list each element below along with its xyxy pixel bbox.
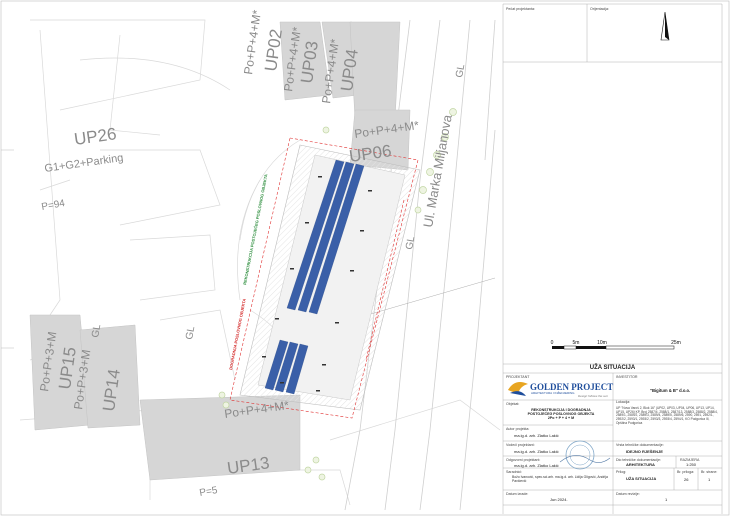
up02-floors: Po+P+4+M* [241, 9, 264, 76]
dio-value: ARHITEKTURA [626, 462, 655, 467]
br-strane-value: 1 [708, 477, 711, 482]
datum-izrade-value: Jun 2024. [550, 497, 568, 502]
odgovorni-value: ma.ig.d. arh. Zlatko Lakić [514, 463, 559, 468]
datum-izrade-label: Datum izrade: [506, 492, 529, 496]
object-name: REKONSTRUKCIJA I DOGRADNJA POSTOJEĆEG PO… [527, 408, 595, 421]
up02-code: UP02 [261, 28, 286, 73]
scale-segment [576, 346, 606, 349]
investor-name: "Bigitum & B" d.o.o. [650, 388, 691, 393]
br-strane-label: Br. strane: [701, 470, 718, 474]
field-pecat-label: Pečat projektanta: [506, 7, 535, 11]
scale-segment [605, 345, 675, 350]
scale-tick-0: 0 [551, 340, 554, 346]
objekat-label: Objekat: [506, 402, 520, 406]
br-priloga-label: Br. priloga: [677, 470, 695, 474]
vrsta-tehnicke-label: Vrsta tehničke dokumentacije: [616, 443, 664, 447]
up26-floors: G1+G2+Parking [44, 152, 124, 175]
saradnici-label: Saradnici: [506, 470, 522, 474]
drawing-title: UŽA SITUACIJA [589, 365, 636, 371]
lokacija-label: Lokacija: [616, 400, 631, 404]
prilog-label: Prilog: [616, 470, 627, 474]
site-plan: Po+P+4+M* UP02 Po+P+4+M* UP03 Po+P+4+M* … [0, 0, 730, 516]
company-tagline: Design follows the sun [578, 394, 609, 398]
up26-code: UP26 [73, 124, 118, 149]
datum-revizije-value: 1 [665, 497, 668, 502]
addition-label: DOGRADNJA POSLOVNOG OBJEKTA [228, 298, 247, 370]
autor-label: Autor projekta: [506, 427, 530, 431]
parcel-p94: P=94 [41, 198, 67, 213]
parcel-p5: P=5 [199, 485, 219, 499]
prilog-value: UŽA SITUACIJA [626, 476, 657, 481]
scale-tick-25m: 25m [671, 340, 681, 346]
scale-segment [563, 345, 577, 350]
golden-project-logo-icon [508, 382, 528, 396]
street-name: Ul. Marka Miljanova [420, 113, 455, 229]
saradnici-value: Božo Ivanović, spec.sci.arh. ma.ig.d. ar… [512, 475, 608, 483]
vrsta-tehnicke-value: IDEJNO RJEŠENJE [626, 449, 663, 454]
north-arrow-icon [660, 11, 670, 41]
gl-mark: GL [184, 325, 197, 340]
scale-segment [552, 346, 564, 349]
company-sub: ARHITEKTURA I INŽENJERING [531, 391, 575, 395]
reconstruction-label: REKONSTRUKCIJA POSTOJEĆEG POSLOVNOG OBJE… [242, 174, 268, 286]
vodeci-value: ma.ig.d. arh. Zlatko Lakić [514, 449, 559, 454]
scale-tick-5m: 5m [573, 340, 580, 346]
location-text: UP "Nova Varoš 2, Blok 16" (UP02, UP03, … [616, 406, 718, 425]
projektant-label: PROJEKTANT [506, 375, 530, 379]
gl-mark: GL [90, 323, 103, 338]
drawing-sheet: Po+P+4+M* UP02 Po+P+4+M* UP03 Po+P+4+M* … [0, 0, 730, 516]
gl-mark: GL [404, 235, 417, 250]
autor-value: ma.ig.d. arh. Zlatko Lakić [514, 433, 559, 438]
datum-revizije-label: Datum revizije: [616, 492, 640, 496]
razmjera-value: 1:250 [686, 462, 697, 467]
gl-mark: GL [454, 63, 467, 78]
odgovorni-label: Odgovorni projektant: [506, 458, 541, 462]
field-orijentacija-label: Orijentacija: [590, 7, 609, 11]
stamp-icon [559, 440, 611, 470]
scale-tick-10m: 10m [597, 340, 607, 346]
scale-bar: 0 5m 10m 25m [551, 340, 681, 350]
br-priloga-value: 26 [684, 477, 689, 482]
vodeci-label: Vodeći projektant: [506, 443, 535, 447]
investitor-label: INVESTITOR [616, 375, 638, 379]
